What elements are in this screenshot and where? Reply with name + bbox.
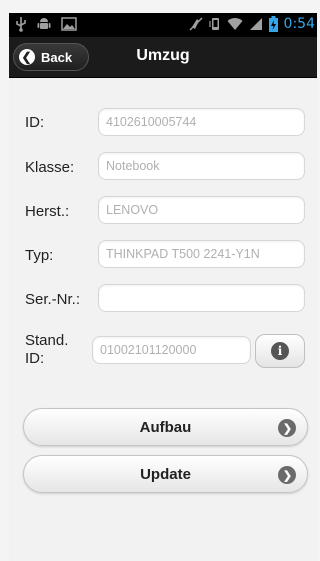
id-field[interactable]: 4102610005744 — [98, 108, 305, 136]
battery-charging-icon — [268, 16, 278, 32]
signal-icon — [249, 18, 262, 30]
herst-field[interactable]: LENOVO — [98, 196, 305, 224]
chevron-right-icon: ❯ — [278, 466, 296, 484]
info-icon: i — [271, 342, 289, 360]
typ-field[interactable]: THINKPAD T500 2241-Y1N — [98, 240, 305, 268]
page-title: Umzug — [136, 47, 190, 64]
mute-icon — [189, 17, 203, 31]
label-sernr: Ser.-Nr.: — [25, 291, 81, 308]
update-button-label: Update — [140, 466, 191, 483]
label-typ: Typ: — [25, 247, 54, 264]
status-bar: 0:54 — [9, 13, 317, 37]
android-debug-icon — [37, 18, 51, 29]
wifi-icon — [227, 18, 243, 30]
sernr-field[interactable] — [98, 284, 305, 312]
form-content: ID: 4102610005744 Klasse: Notebook Herst… — [9, 78, 317, 561]
aufbau-button-label: Aufbau — [139, 419, 192, 436]
vibrate-icon — [208, 18, 219, 30]
stand-id-field[interactable]: 01002101120000 — [92, 336, 251, 364]
chevron-right-icon: ❯ — [278, 419, 296, 437]
klasse-field[interactable]: Notebook — [98, 152, 305, 180]
update-button[interactable]: Update ❯ — [23, 455, 308, 493]
label-stand-id-line1: Stand. — [25, 332, 69, 349]
label-herst: Herst.: — [25, 203, 70, 220]
label-id: ID: — [25, 114, 45, 131]
app-header: ❮ Back Umzug — [9, 37, 317, 78]
stand-info-button[interactable]: i — [255, 334, 305, 368]
image-icon — [61, 17, 77, 31]
label-klasse: Klasse: — [25, 159, 75, 176]
label-stand-id-line2: ID: — [25, 350, 45, 367]
clock-text: 0:54 — [283, 16, 315, 32]
aufbau-button[interactable]: Aufbau ❯ — [23, 408, 308, 446]
usb-icon — [16, 17, 26, 32]
